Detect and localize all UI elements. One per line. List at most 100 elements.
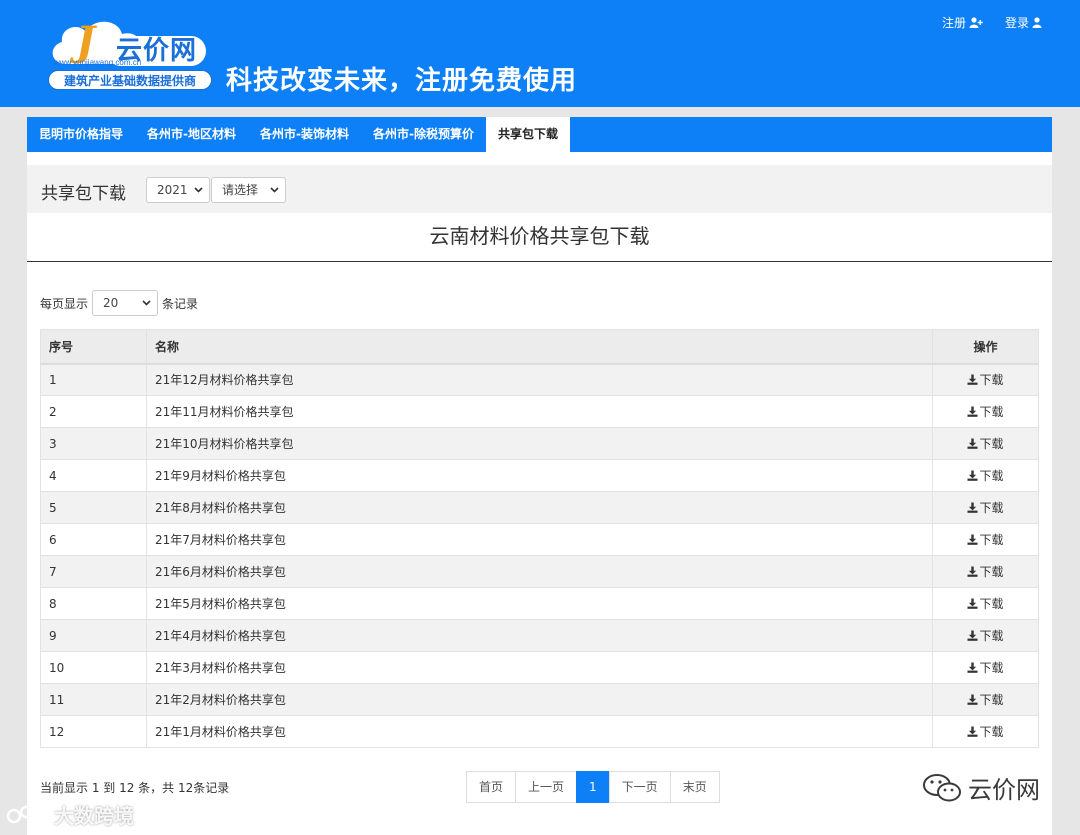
table-row: 5 21年8月材料价格共享包 下载 [40,491,1039,524]
row-number: 3 [40,427,147,460]
row-number: 4 [40,459,147,492]
chevron-down-icon [270,187,279,193]
tab-decoration-materials[interactable]: 各州市-装饰材料 [248,117,361,152]
download-link[interactable]: 下载 [967,531,1004,548]
download-link[interactable]: 下载 [967,371,1004,388]
download-icon [967,470,978,481]
register-label: 注册 [941,16,966,30]
package-name: 21年7月材料价格共享包 [146,523,933,556]
row-number: 12 [40,715,147,748]
download-cell: 下载 [932,491,1039,524]
download-label: 下载 [979,405,1004,419]
download-cell: 下载 [932,459,1039,492]
page-size-suffix: 条记录 [162,296,199,311]
filter-title: 共享包下载 [41,184,126,204]
download-cell: 下载 [932,427,1039,460]
download-link[interactable]: 下载 [967,627,1004,644]
table-row: 4 21年9月材料价格共享包 下载 [40,459,1039,492]
tab-pretax-budget-price[interactable]: 各州市-除税预算价 [361,117,486,152]
download-cell: 下载 [932,651,1039,684]
tab-kunming-price-guide[interactable]: 昆明市价格指导 [27,117,135,152]
table-row: 1 21年12月材料价格共享包 下载 [40,363,1039,396]
tab-package-download[interactable]: 共享包下载 [485,117,570,152]
download-link[interactable]: 下载 [967,595,1004,612]
download-label: 下载 [979,629,1004,643]
download-link[interactable]: 下载 [967,499,1004,516]
row-number: 6 [40,523,147,556]
download-icon [967,502,978,513]
download-link[interactable]: 下载 [967,691,1004,708]
download-cell: 下载 [932,683,1039,716]
download-cell: 下载 [932,363,1039,396]
user-plus-icon [969,17,983,28]
download-link[interactable]: 下载 [967,435,1004,452]
header-name[interactable]: 名称 [146,329,933,365]
download-link[interactable]: 下载 [967,723,1004,740]
chevron-down-icon [194,187,203,193]
download-label: 下载 [979,565,1004,579]
header-no[interactable]: 序号 [40,329,147,365]
download-icon [967,694,978,705]
table-row: 2 21年11月材料价格共享包 下载 [40,395,1039,428]
download-cell: 下载 [932,715,1039,748]
download-icon [967,566,978,577]
category-value: 请选择 [222,183,259,197]
download-label: 下载 [979,437,1004,451]
table-row: 9 21年4月材料价格共享包 下载 [40,619,1039,652]
pagination: 首页 上一页 1 下一页 末页 [466,771,720,803]
watermark-logo-icon [6,805,45,823]
page-size-select[interactable]: 20 [92,290,159,316]
table-header-row: 序号 名称 操作 [40,329,1039,365]
table-row: 7 21年6月材料价格共享包 下载 [40,555,1039,588]
header-action: 操作 [932,329,1039,365]
page-next-button[interactable]: 下一页 [608,771,671,803]
package-name: 21年3月材料价格共享包 [146,651,933,684]
package-name: 21年9月材料价格共享包 [146,459,933,492]
content-panel: 昆明市价格指导 各州市-地区材料 各州市-装饰材料 各州市-除税预算价 共享包下… [27,117,1052,835]
watermark-right-text: 云价网 [968,776,1040,804]
download-label: 下载 [979,533,1004,547]
download-label: 下载 [979,661,1004,675]
download-link[interactable]: 下载 [967,403,1004,420]
watermark-left: 大数跨境 [6,800,134,829]
download-cell: 下载 [932,395,1039,428]
year-select[interactable]: 2021 [146,177,210,203]
page-size-value: 20 [103,296,119,310]
package-name: 21年1月材料价格共享包 [146,715,933,748]
register-link[interactable]: 注册 [942,14,983,31]
category-select[interactable]: 请选择 [211,177,286,203]
tab-regional-materials[interactable]: 各州市-地区材料 [135,117,248,152]
page-first-button[interactable]: 首页 [466,771,517,803]
download-icon [967,374,978,386]
filter-bar: 共享包下载 2021 请选择 [27,165,1052,213]
nav-tabs: 昆明市价格指导 各州市-地区材料 各州市-装饰材料 各州市-除税预算价 共享包下… [27,117,1052,152]
table-row: 6 21年7月材料价格共享包 下载 [40,523,1039,556]
page-title: 云南材料价格共享包下载 [429,224,650,248]
table-row: 11 21年2月材料价格共享包 下载 [40,683,1039,716]
package-name: 21年11月材料价格共享包 [146,395,933,428]
page-size-prefix: 每页显示 [40,296,89,311]
user-icon [1032,17,1042,28]
table-row: 8 21年5月材料价格共享包 下载 [40,587,1039,620]
page-current-button[interactable]: 1 [576,771,610,803]
watermark-left-text: 大数跨境 [54,804,134,828]
download-icon [967,534,978,545]
year-value: 2021 [157,183,188,197]
download-icon [967,662,978,673]
row-number: 8 [40,587,147,620]
download-cell: 下载 [932,523,1039,556]
download-link[interactable]: 下载 [967,659,1004,676]
download-cell: 下载 [932,587,1039,620]
download-link[interactable]: 下载 [967,467,1004,484]
login-link[interactable]: 登录 [1005,14,1042,31]
watermark-right: 云价网 [922,770,1040,805]
page-prev-button[interactable]: 上一页 [515,771,578,803]
site-logo[interactable]: J 云价网 www.yunjiawang.com.cn 建筑产业基础数据提供商 [46,12,218,92]
download-cell: 下载 [932,619,1039,652]
page-last-button[interactable]: 末页 [669,771,720,803]
login-label: 登录 [1004,16,1029,30]
download-link[interactable]: 下载 [967,563,1004,580]
row-number: 10 [40,651,147,684]
chevron-down-icon [142,300,151,306]
download-label: 下载 [979,501,1004,515]
